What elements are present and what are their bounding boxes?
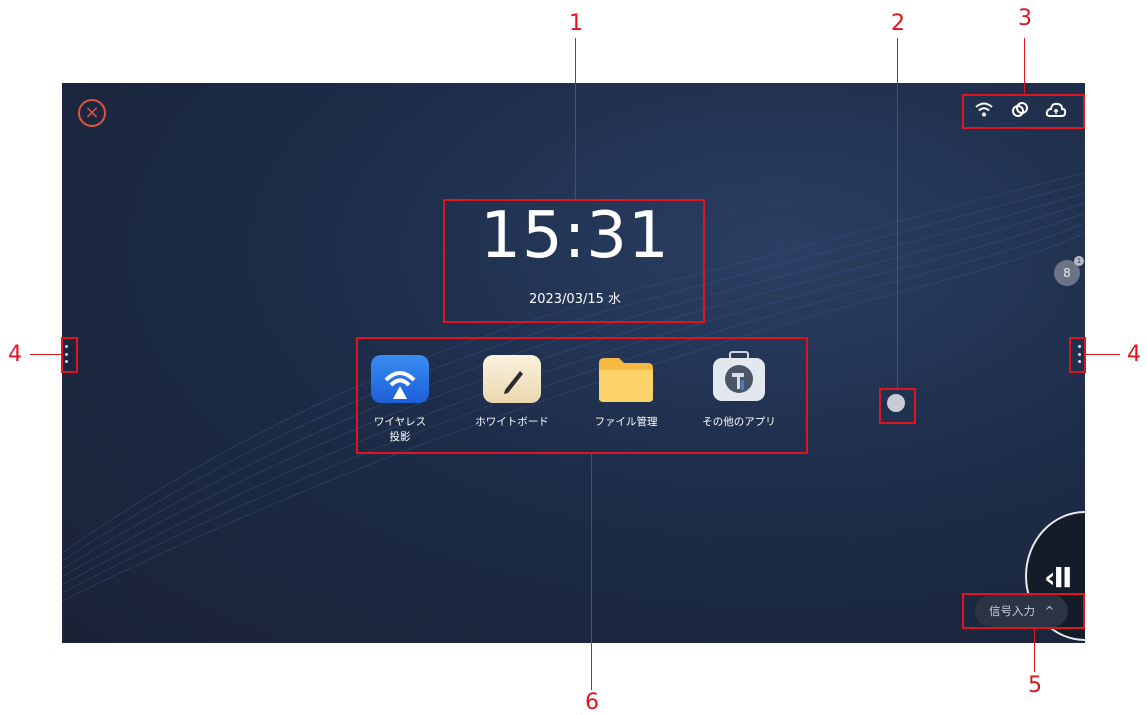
- annotation-box-left-handle: [61, 337, 78, 373]
- annotation-box-clock: [443, 199, 705, 323]
- collapse-dock-icon[interactable]: ‹II: [1044, 561, 1072, 594]
- close-button[interactable]: ×: [78, 99, 106, 127]
- callout-number-6: 6: [585, 690, 599, 715]
- annotation-box-float-ball: [879, 388, 916, 424]
- annotation-box-status: [962, 94, 1085, 129]
- callout-number-4-right: 4: [1127, 342, 1141, 367]
- callout-line-3: [1024, 38, 1025, 94]
- callout-line-5: [1034, 629, 1035, 672]
- close-icon: ×: [84, 102, 100, 123]
- annotation-box-right-handle: [1069, 337, 1086, 373]
- callout-line-4-right: [1086, 354, 1120, 355]
- callout-number-1: 1: [569, 11, 583, 36]
- annotation-box-signal: [962, 593, 1085, 629]
- callout-number-2: 2: [891, 11, 905, 36]
- callout-line-6: [591, 454, 592, 690]
- callout-number-3: 3: [1018, 6, 1032, 31]
- callout-line-1: [575, 38, 576, 199]
- callout-number-4-left: 4: [8, 342, 22, 367]
- callout-line-2: [897, 38, 898, 388]
- annotation-box-apps: [356, 337, 808, 454]
- callout-line-4-left: [30, 354, 61, 355]
- notification-badge: 1: [1074, 256, 1084, 266]
- callout-number-5: 5: [1028, 673, 1042, 698]
